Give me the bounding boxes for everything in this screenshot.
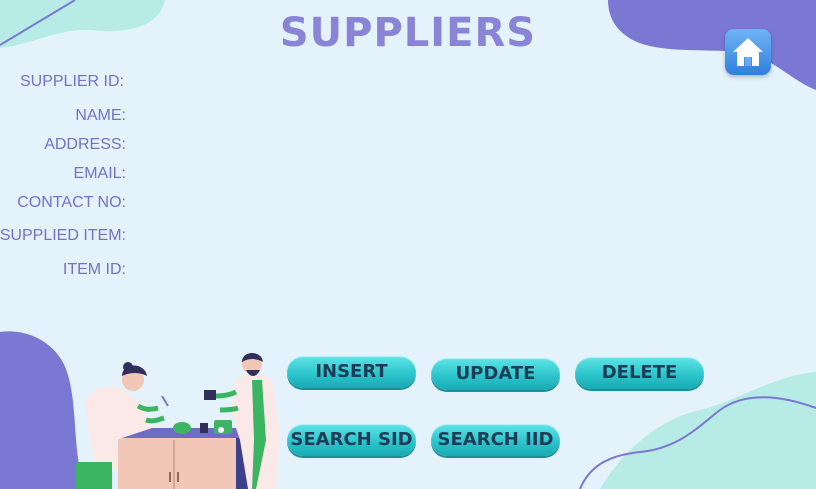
home-button[interactable] (725, 29, 771, 75)
email-label: EMAIL: (73, 165, 126, 182)
supplier-id-label: SUPPLIER ID: (19, 73, 124, 90)
item-id-label: ITEM ID: (62, 261, 126, 278)
address-label: ADDRESS: (44, 136, 126, 153)
search-sid-button[interactable]: SEARCH SID (287, 424, 416, 456)
insert-button[interactable]: INSERT (287, 356, 416, 388)
contact-no-label: CONTACT NO: (17, 194, 126, 211)
home-icon (733, 38, 763, 66)
page-title: SUPPLIERS (279, 10, 537, 56)
supplied-item-label: SUPPLIED ITEM: (0, 227, 126, 244)
name-label: NAME: (75, 107, 126, 124)
update-button[interactable]: UPDATE (431, 358, 560, 390)
delete-button[interactable]: DELETE (575, 357, 704, 389)
search-iid-button[interactable]: SEARCH IID (431, 424, 560, 456)
